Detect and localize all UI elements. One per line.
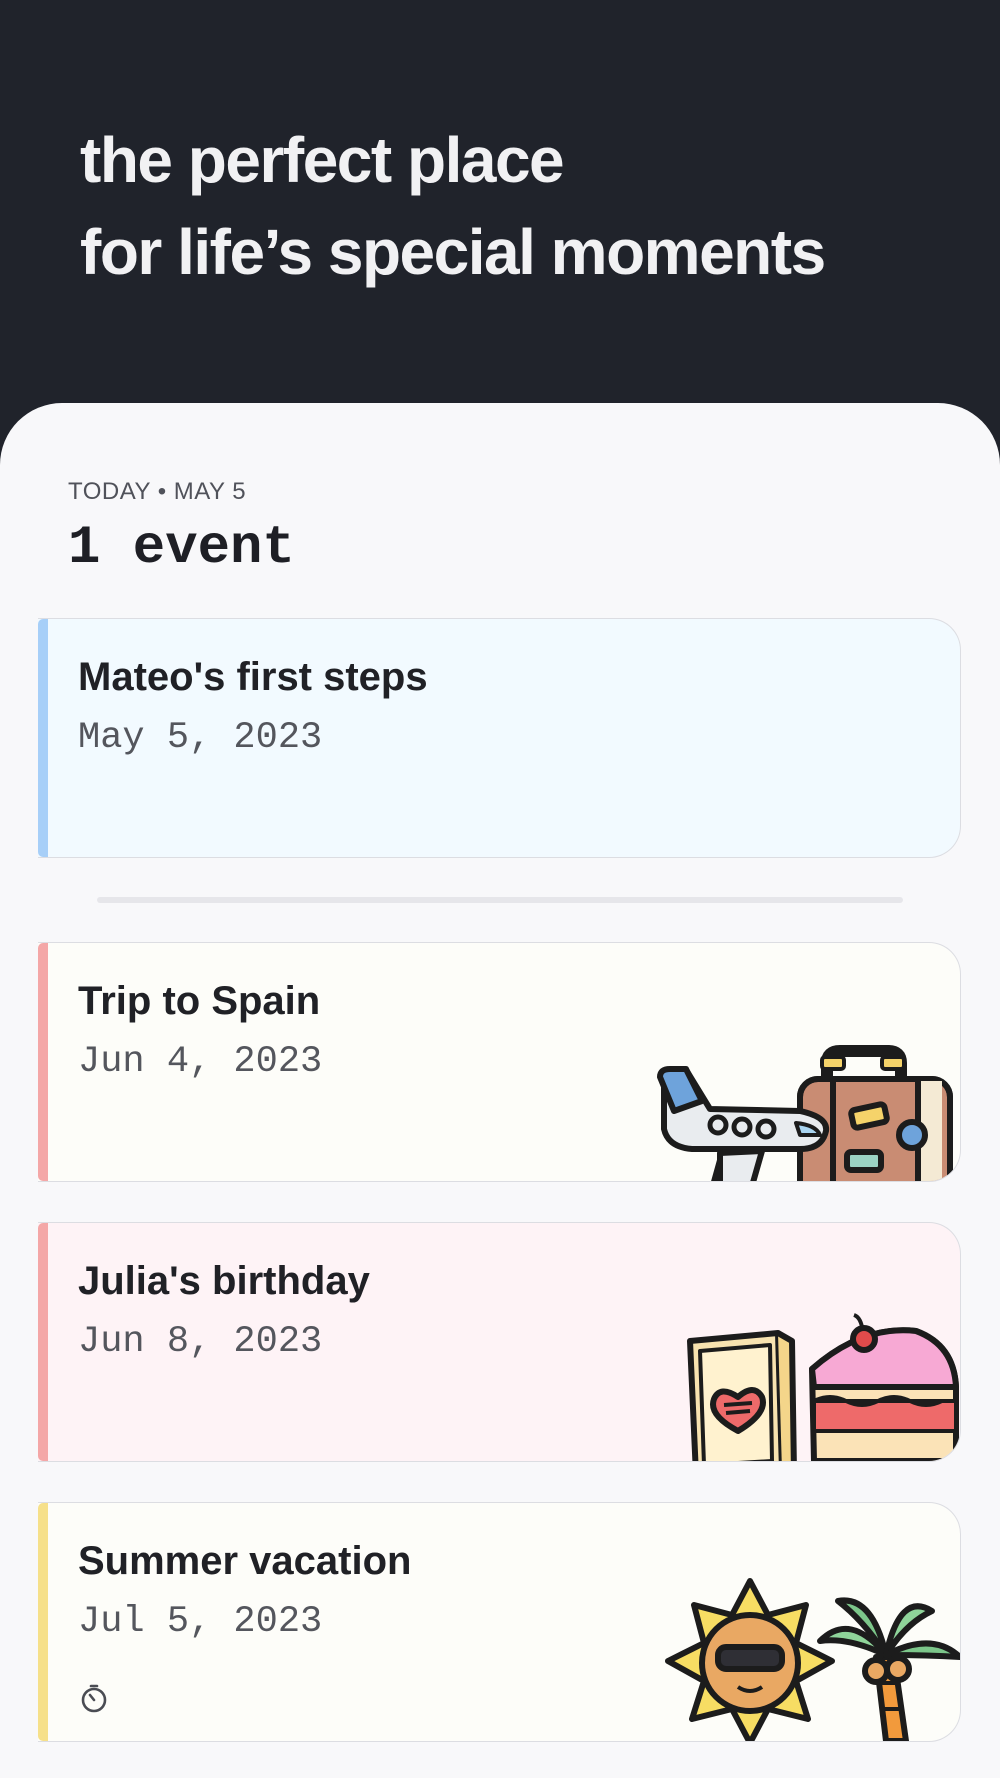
hero-banner: the perfect place for life’s special mom… [0,0,1000,420]
event-title: Trip to Spain [78,979,321,1023]
event-title: Summer vacation [78,1539,412,1583]
hero-headline-line-1: the perfect place [80,124,565,196]
timer-icon[interactable] [78,1683,110,1715]
event-date: May 5, 2023 [78,717,323,759]
hero-headline-line-2: for life’s special moments [80,216,826,288]
event-card-trip-to-spain[interactable]: Trip to Spain Jun 4, 2023 [38,942,961,1182]
section-divider [97,897,903,903]
card-accent-bar [38,619,48,857]
event-count: 1 event [68,518,295,579]
card-accent-bar [38,943,48,1181]
today-date-label: TODAY • MAY 5 [68,478,247,505]
sun-palm-illustration [665,1578,960,1741]
card-accent-bar [38,1503,48,1741]
airplane-suitcase-illustration [657,1045,953,1181]
card-accent-bar [38,1223,48,1461]
event-date: Jun 8, 2023 [78,1321,323,1363]
event-card-summer-vacation[interactable]: Summer vacation Jul 5, 2023 [38,1502,961,1742]
card-cake-illustration [687,1313,959,1461]
event-title: Julia's birthday [78,1259,370,1303]
event-card-mateos-first-steps[interactable]: Mateo's first steps May 5, 2023 [38,618,961,858]
event-card-julias-birthday[interactable]: Julia's birthday Jun 8, 2023 [38,1222,961,1462]
event-date: Jul 5, 2023 [78,1601,323,1643]
event-title: Mateo's first steps [78,655,428,699]
event-date: Jun 4, 2023 [78,1041,323,1083]
